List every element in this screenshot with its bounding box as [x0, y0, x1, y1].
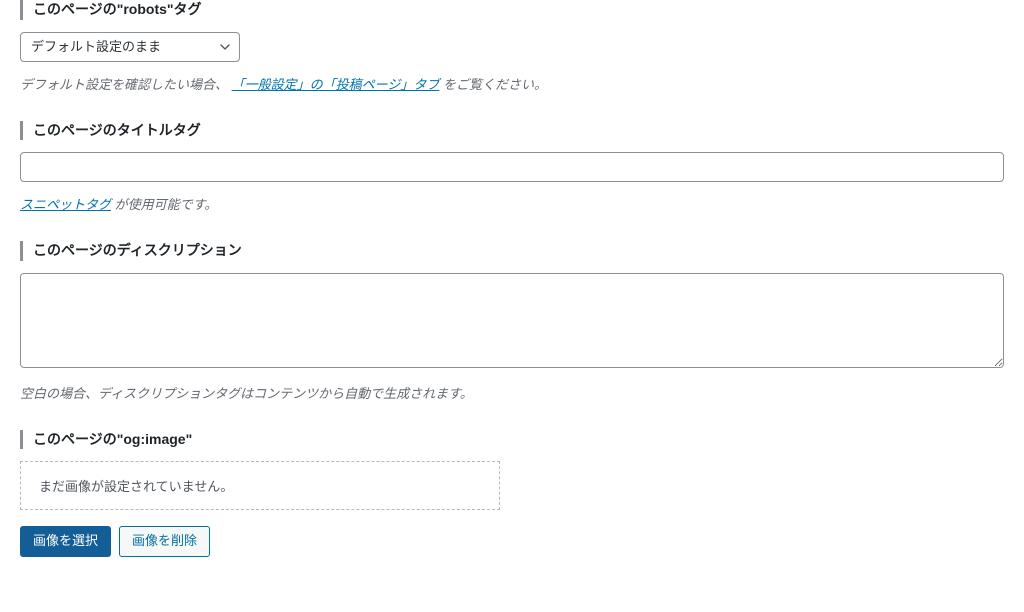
delete-image-button[interactable]: 画像を削除	[119, 526, 210, 557]
title-tag-help-text: スニペットタグ が使用可能です。	[20, 194, 1004, 213]
robots-select[interactable]: デフォルト設定のまま	[20, 32, 240, 62]
title-tag-input[interactable]	[20, 152, 1004, 182]
robots-heading: このページの"robots"タグ	[20, 0, 1004, 20]
description-heading: このページのディスクリプション	[20, 241, 1004, 261]
robots-help-link[interactable]: 「一般設定」の「投稿ページ」タブ	[232, 77, 440, 92]
robots-help-text: デフォルト設定を確認したい場合、 「一般設定」の「投稿ページ」タブ をご覧くださ…	[20, 74, 1004, 93]
robots-section: このページの"robots"タグ デフォルト設定のまま デフォルト設定を確認した…	[20, 0, 1004, 93]
ogimage-heading: このページの"og:image"	[20, 430, 1004, 450]
ogimage-placeholder: まだ画像が設定されていません。	[20, 461, 500, 510]
title-tag-section: このページのタイトルタグ スニペットタグ が使用可能です。	[20, 121, 1004, 214]
description-textarea[interactable]	[20, 273, 1004, 368]
description-help-text: 空白の場合、ディスクリプションタグはコンテンツから自動で生成されます。	[20, 383, 1004, 402]
description-section: このページのディスクリプション 空白の場合、ディスクリプションタグはコンテンツか…	[20, 241, 1004, 402]
select-image-button[interactable]: 画像を選択	[20, 526, 111, 557]
snippet-tag-link[interactable]: スニペットタグ	[20, 197, 111, 212]
ogimage-button-row: 画像を選択 画像を削除	[20, 526, 1004, 557]
ogimage-section: このページの"og:image" まだ画像が設定されていません。 画像を選択 画…	[20, 430, 1004, 557]
title-tag-heading: このページのタイトルタグ	[20, 121, 1004, 141]
